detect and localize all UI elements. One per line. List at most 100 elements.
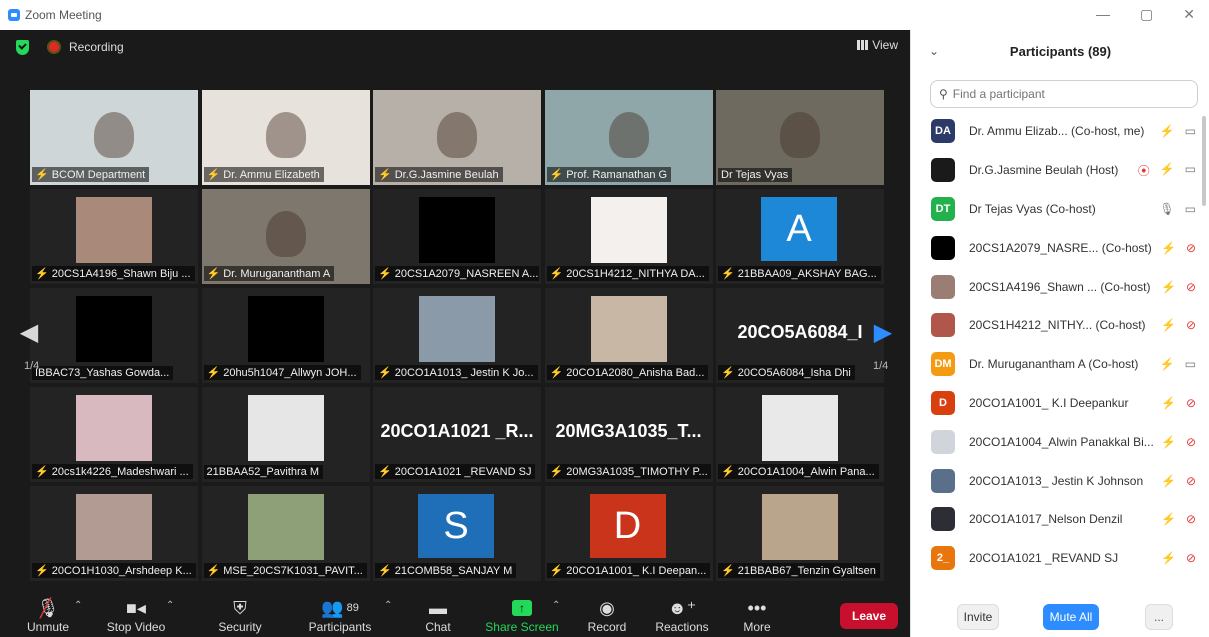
participant-video-tile[interactable]: S ⚡ 21COMB58_SANJAY M: [373, 486, 541, 581]
participant-video-tile[interactable]: 20MG3A1035_T... ⚡ 20MG3A1035_TIMOTHY P...: [544, 387, 713, 482]
participant-video-tile[interactable]: 20CO1A1021 _R... ⚡ 20CO1A1021 _REVAND SJ: [373, 387, 541, 482]
muted-mic-icon: ⚡: [721, 466, 735, 478]
more-button[interactable]: ••• More: [736, 596, 778, 635]
participant-row[interactable]: DM Dr. Muruganantham A (Co-host) ⚡ ▭: [911, 345, 1204, 384]
participant-avatar-letter: A: [761, 197, 837, 261]
muted-mic-icon[interactable]: ⚡: [1161, 435, 1176, 449]
participant-video-tile[interactable]: ⚡ 20CS1A4196_Shawn Biju ...: [30, 189, 198, 284]
panel-more-button[interactable]: ...: [1145, 604, 1173, 630]
participant-row[interactable]: 20CO1A1017_Nelson Denzil ⚡ ⊘: [911, 500, 1204, 539]
participant-name-text: 20CO1A1004_Alwin Pana...: [737, 465, 875, 478]
muted-mic-icon[interactable]: ⚡: [1160, 162, 1175, 179]
participants-button[interactable]: 👥 89 Participants: [304, 596, 376, 635]
muted-mic-icon[interactable]: ⚡: [1161, 551, 1176, 565]
participant-video-tile[interactable]: ⚡ BCOM Department: [30, 90, 198, 185]
video-options-caret-icon[interactable]: ⌃: [166, 600, 174, 611]
muted-mic-icon: ⚡: [35, 565, 49, 577]
participant-name-text: 20MG3A1035_TIMOTHY P...: [566, 465, 708, 478]
close-button[interactable]: ✕: [1183, 6, 1195, 23]
stop-video-button[interactable]: ■◂ Stop Video: [100, 596, 172, 635]
participant-row[interactable]: 20CO1A1013_ Jestin K Johnson ⚡ ⊘: [911, 461, 1204, 500]
audio-options-caret-icon[interactable]: ⌃: [74, 600, 82, 611]
mic-icon[interactable]: 🎙: [1159, 202, 1174, 216]
participant-row[interactable]: 20CS1A4196_Shawn ... (Co-host) ⚡ ⊘: [911, 267, 1204, 306]
muted-mic-icon[interactable]: ⚡: [1161, 280, 1176, 294]
share-options-caret-icon[interactable]: ⌃: [552, 600, 560, 611]
participant-video-tile[interactable]: ⚡ 20CO1A2080_Anisha Bad...: [544, 288, 713, 383]
participant-video: [76, 296, 152, 362]
participant-row[interactable]: DT Dr Tejas Vyas (Co-host) 🎙 ▭: [911, 190, 1204, 229]
person-silhouette: [265, 211, 306, 257]
participant-name-label: ⚡ 20CS1H4212_NITHYA DA...: [546, 266, 709, 281]
invite-button[interactable]: Invite: [957, 604, 999, 630]
next-page-arrow-icon[interactable]: ▶: [870, 302, 896, 362]
participant-video-tile[interactable]: ⚡ MSE_20CS7K1031_PAVIT...: [201, 486, 370, 581]
leave-button[interactable]: Leave: [840, 603, 898, 629]
participant-video-tile[interactable]: Dr Tejas Vyas: [716, 90, 884, 185]
participant-video-tile[interactable]: 21BBAA52_Pavithra M: [201, 387, 370, 482]
participant-avatar: D: [931, 390, 955, 415]
muted-mic-icon[interactable]: ⚡: [1161, 396, 1176, 410]
video-camera-icon: ▭: [1184, 357, 1196, 372]
video-camera-icon: ■◂: [126, 597, 146, 618]
participant-video-tile[interactable]: ⚡ 20CO1A1004_Alwin Pana...: [716, 387, 884, 482]
participant-row[interactable]: 20CS1A2079_NASRE... (Co-host) ⚡ ⊘: [911, 228, 1204, 267]
muted-mic-icon: ⚡: [206, 565, 221, 577]
unmute-button[interactable]: 🎙 ╱ Unmute: [22, 596, 74, 635]
participant-search-input[interactable]: [952, 87, 1183, 101]
participant-avatar-letter: S: [418, 494, 494, 558]
encryption-shield-icon[interactable]: [16, 39, 29, 55]
muted-mic-icon[interactable]: ⚡: [1161, 474, 1176, 488]
participant-row[interactable]: 20CO1A1004_Alwin Panakkal Bi... ⚡ ⊘: [911, 422, 1204, 461]
participant-row[interactable]: D 20CO1A1001_ K.I Deepankur ⚡ ⊘: [911, 384, 1204, 423]
participant-row[interactable]: 20CS1H4212_NITHY... (Co-host) ⚡ ⊘: [911, 306, 1204, 345]
window-controls: — ▢ ✕: [1096, 6, 1195, 23]
participant-video-tile[interactable]: ⚡ 20hu5h1047_Allwyn JOH...: [201, 288, 370, 383]
muted-mic-icon: ⚡: [378, 565, 392, 577]
participants-panel-footer: Invite Mute All ...: [911, 598, 1209, 637]
more-dots-icon: •••: [747, 597, 767, 618]
previous-page-arrow-icon[interactable]: ◀: [16, 302, 42, 362]
mute-all-button[interactable]: Mute All: [1043, 604, 1099, 630]
participant-row[interactable]: 2_ 20CO1A1021 _REVAND SJ ⚡ ⊘: [911, 539, 1204, 577]
participant-video-tile[interactable]: ⚡ Dr.G.Jasmine Beulah: [373, 90, 541, 185]
participant-video-tile[interactable]: D ⚡ 20CO1A1001_ K.I Deepan...: [544, 486, 713, 581]
participant-status-icons: ⚡ ▭: [1160, 124, 1196, 138]
participant-avatar: [931, 158, 955, 183]
participant-video-tile[interactable]: ⚡ 21BBAB67_Tenzin Gyaltsen: [716, 486, 884, 581]
participant-video: [419, 197, 495, 263]
record-button[interactable]: ◉ Record: [582, 596, 632, 635]
participant-list-scrollbar[interactable]: [1202, 116, 1206, 206]
security-button[interactable]: ⛨ Security: [212, 596, 268, 635]
participant-video-tile[interactable]: ⚡ Dr. Ammu Elizabeth: [201, 90, 370, 185]
reactions-button[interactable]: ☻⁺ Reactions: [652, 596, 712, 635]
muted-mic-icon[interactable]: ⚡: [1160, 357, 1175, 371]
muted-mic-icon[interactable]: ⚡: [1161, 241, 1176, 255]
participant-video-tile[interactable]: IBBAC73_Yashas Gowda...: [30, 288, 198, 383]
restore-button[interactable]: ▢: [1140, 6, 1153, 23]
muted-mic-icon[interactable]: ⚡: [1161, 512, 1176, 526]
participant-video-tile[interactable]: ⚡ 20CO1A1013_ Jestin K Jo...: [373, 288, 541, 383]
participant-video-tile[interactable]: ⚡ Prof. Ramanathan G: [544, 90, 713, 185]
participant-row[interactable]: DA Dr. Ammu Elizab... (Co-host, me) ⚡ ▭: [911, 112, 1204, 151]
participant-video: [247, 296, 324, 362]
participant-video-tile[interactable]: A ⚡ 21BBAA09_AKSHAY BAG...: [716, 189, 884, 284]
muted-mic-icon[interactable]: ⚡: [1160, 124, 1175, 138]
participant-video-tile[interactable]: ⚡ 20cs1k4226_Madeshwari ...: [30, 387, 198, 482]
recording-label[interactable]: Recording: [69, 40, 124, 54]
participant-name-text: Dr. Ammu Elizabeth: [223, 168, 320, 181]
participant-video-tile[interactable]: ⚡ Dr. Muruganantham A: [201, 189, 370, 284]
chat-button[interactable]: ▬ Chat: [416, 596, 460, 635]
participant-search-box[interactable]: ⚲: [930, 80, 1198, 108]
participant-video-tile[interactable]: ⚡ 20CO1H1030_Arshdeep K...: [30, 486, 198, 581]
participant-video-tile[interactable]: 20CO5A6084_I ⚡ 20CO5A6084_Isha Dhi: [716, 288, 884, 383]
minimize-button[interactable]: —: [1096, 6, 1110, 23]
view-button[interactable]: View: [857, 38, 898, 52]
muted-mic-icon[interactable]: ⚡: [1161, 318, 1176, 332]
participants-options-caret-icon[interactable]: ⌃: [384, 600, 392, 611]
participant-video-tile[interactable]: ⚡ 20CS1A2079_NASREEN A...: [373, 189, 541, 284]
share-screen-button[interactable]: ↑ Share Screen: [484, 596, 560, 634]
participant-avatar: [931, 274, 955, 299]
participant-video-tile[interactable]: ⚡ 20CS1H4212_NITHYA DA...: [544, 189, 713, 284]
participant-row[interactable]: Dr.G.Jasmine Beulah (Host) ⦿ ⚡ ▭: [911, 151, 1204, 190]
